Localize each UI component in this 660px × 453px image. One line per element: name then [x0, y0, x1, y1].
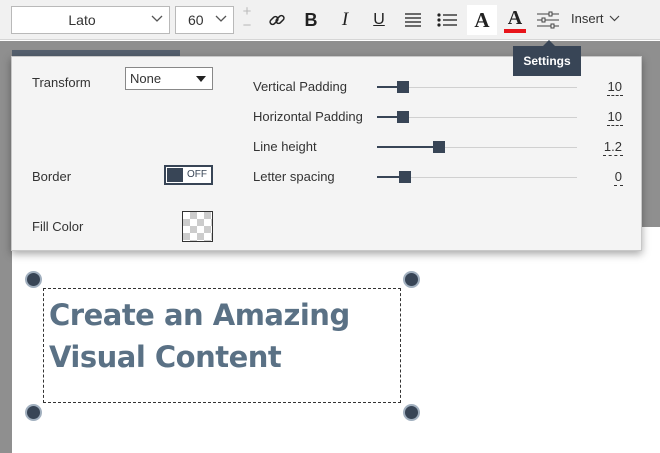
slider-thumb[interactable] — [433, 141, 445, 153]
link-button[interactable] — [263, 6, 291, 34]
vertical-padding-slider[interactable] — [377, 81, 577, 93]
resize-handle-bottom-right[interactable] — [403, 404, 420, 421]
font-color-indicator — [504, 29, 526, 33]
border-label: Border — [32, 169, 72, 184]
chevron-down-icon — [215, 15, 227, 22]
bold-button[interactable]: B — [297, 6, 325, 34]
italic-button[interactable]: I — [331, 6, 359, 34]
letter-spacing-row: Letter spacing 0 — [253, 167, 623, 187]
sliders-settings-icon — [537, 11, 559, 29]
toolbar: Lato 60 + − B I U A A Insert — [0, 0, 660, 40]
font-color-letter: A — [507, 7, 523, 29]
align-justify-button[interactable] — [399, 6, 427, 34]
font-style-button[interactable]: A — [467, 5, 497, 35]
text-line: Create an Amazing — [49, 298, 350, 332]
align-justify-icon — [405, 13, 421, 27]
dropdown-arrow-icon — [196, 76, 206, 82]
font-family-value: Lato — [68, 12, 96, 28]
line-height-row: Line height 1.2 — [253, 137, 623, 157]
letter-spacing-label: Letter spacing — [253, 169, 335, 184]
settings-panel: Transform None Border OFF Fill Color Ver… — [11, 56, 642, 251]
transform-label: Transform — [32, 75, 91, 90]
line-height-value[interactable]: 1.2 — [602, 139, 623, 156]
bullet-list-icon — [437, 13, 457, 27]
fill-color-label: Fill Color — [32, 219, 84, 234]
horizontal-padding-label: Horizontal Padding — [253, 109, 363, 124]
font-color-button[interactable]: A — [501, 6, 529, 34]
slider-thumb[interactable] — [397, 81, 409, 93]
font-size-value: 60 — [188, 12, 204, 28]
chevron-down-icon — [609, 15, 619, 22]
slider-fill — [377, 146, 439, 148]
underline-button[interactable]: U — [365, 6, 393, 34]
letter-spacing-value[interactable]: 0 — [613, 169, 623, 186]
border-toggle[interactable]: OFF — [164, 165, 213, 185]
font-size-select[interactable]: 60 — [175, 6, 234, 34]
letter-spacing-slider[interactable] — [377, 171, 577, 183]
slider-thumb[interactable] — [397, 111, 409, 123]
font-family-select[interactable]: Lato — [11, 6, 170, 34]
decrease-size-button[interactable]: − — [240, 18, 254, 33]
toggle-knob — [167, 168, 183, 182]
bullet-list-button[interactable] — [433, 6, 461, 34]
transform-value: None — [130, 71, 162, 86]
horizontal-padding-row: Horizontal Padding 10 — [253, 107, 623, 127]
vertical-padding-value[interactable]: 10 — [606, 79, 623, 96]
resize-handle-top-left[interactable] — [25, 271, 42, 288]
horizontal-padding-slider[interactable] — [377, 111, 577, 123]
line-height-slider[interactable] — [377, 141, 577, 153]
line-height-label: Line height — [253, 139, 317, 154]
vertical-padding-row: Vertical Padding 10 — [253, 77, 623, 97]
font-size-stepper[interactable]: + − — [240, 4, 254, 35]
fill-color-swatch[interactable] — [182, 211, 213, 242]
resize-handle-bottom-left[interactable] — [25, 404, 42, 421]
text-box-content[interactable]: Create an Amazing Visual Content — [49, 294, 389, 378]
link-icon — [269, 14, 285, 26]
text-line: Visual Content — [49, 340, 282, 374]
insert-menu[interactable]: Insert — [571, 11, 620, 26]
transform-select[interactable]: None — [125, 67, 213, 90]
vertical-padding-label: Vertical Padding — [253, 79, 347, 94]
settings-button[interactable] — [534, 6, 562, 34]
settings-tooltip: Settings — [513, 40, 581, 76]
chevron-down-icon — [151, 15, 163, 22]
resize-handle-top-right[interactable] — [403, 271, 420, 288]
toggle-state-label: OFF — [187, 169, 207, 180]
insert-label: Insert — [571, 11, 604, 26]
horizontal-padding-value[interactable]: 10 — [606, 109, 623, 126]
slider-thumb[interactable] — [399, 171, 411, 183]
